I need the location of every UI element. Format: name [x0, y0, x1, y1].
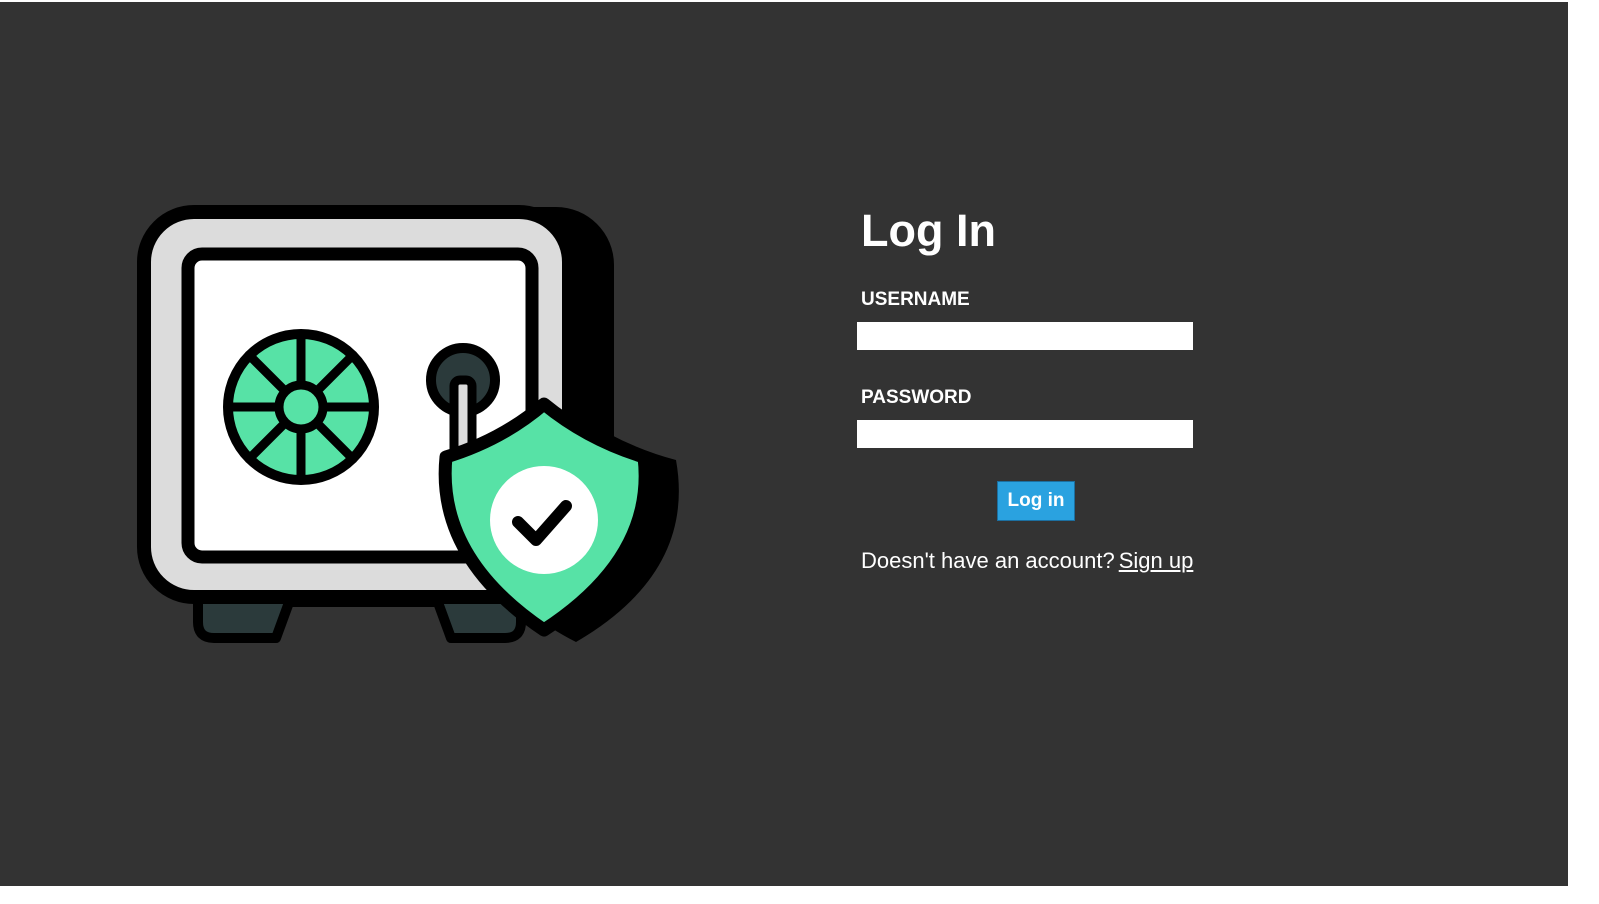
safe-illustration	[136, 202, 696, 647]
page-title: Log In	[861, 205, 996, 256]
username-label: USERNAME	[861, 289, 970, 310]
dial-icon	[223, 329, 379, 485]
safe-with-shield-icon	[137, 205, 679, 643]
password-label: PASSWORD	[861, 387, 972, 408]
login-window: Log In USERNAME PASSWORD Log in Doesn't …	[0, 2, 1568, 886]
signup-prompt: Doesn't have an account?	[861, 548, 1115, 573]
login-button[interactable]: Log in	[997, 481, 1075, 521]
signup-link[interactable]: Sign up	[1119, 548, 1194, 573]
signup-row: Doesn't have an account? Sign up	[861, 547, 1193, 575]
username-field[interactable]	[857, 322, 1193, 350]
password-field[interactable]	[857, 420, 1193, 448]
